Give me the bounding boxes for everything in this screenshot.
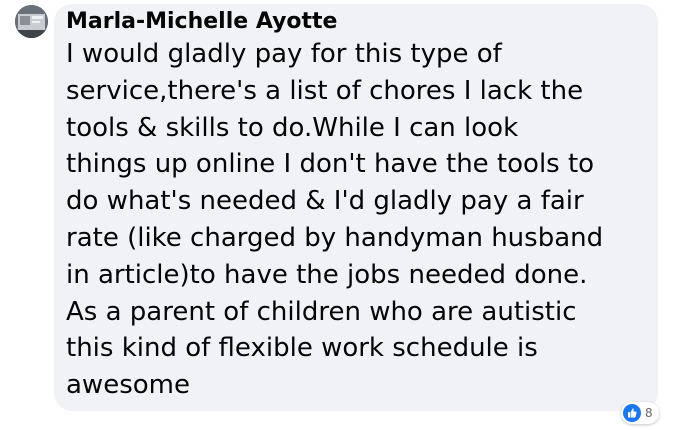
reaction-summary[interactable]: 8 [621,402,659,424]
avatar[interactable] [15,5,48,38]
reaction-count: 8 [645,406,653,420]
comment-author-name[interactable]: Marla-Michelle Ayotte [66,8,646,36]
comment-text: I would gladly pay for this type of serv… [66,39,604,401]
comment-bubble: Marla-Michelle Ayotte I would gladly pay… [54,4,658,411]
like-thumbs-up-icon [623,404,641,422]
profile-photo-icon [15,5,48,38]
